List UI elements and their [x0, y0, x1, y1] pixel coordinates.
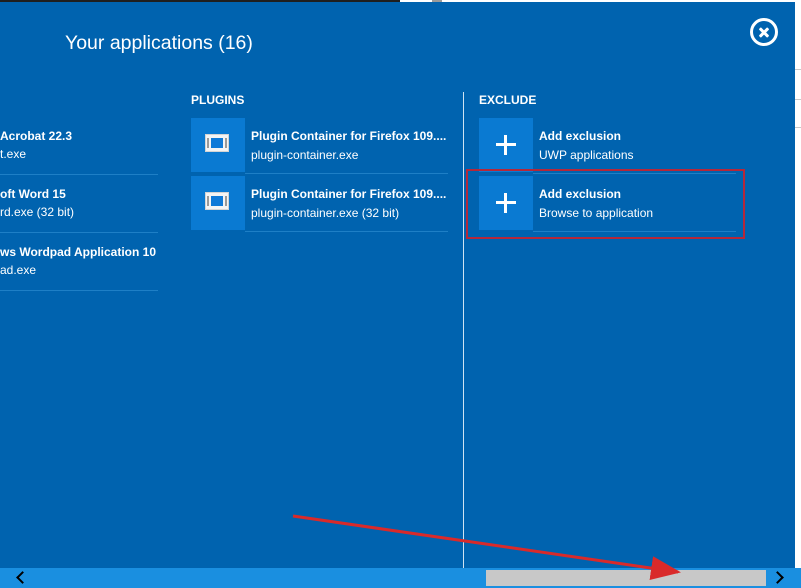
close-icon[interactable]: [750, 18, 778, 46]
app-name: oft Word 15: [0, 187, 66, 201]
scroll-left-button[interactable]: [10, 568, 30, 588]
exclusion-subtitle: UWP applications: [539, 148, 634, 162]
list-divider: [0, 290, 158, 291]
app-name: Acrobat 22.3: [0, 129, 73, 143]
right-edge: [795, 2, 801, 568]
plugin-text: Plugin Container for Firefox 109.... plu…: [251, 187, 446, 220]
plugin-tile: [191, 176, 245, 230]
app-executable: rd.exe (32 bit): [0, 205, 75, 219]
app-executable: ad.exe: [0, 263, 37, 277]
plugin-text: Plugin Container for Firefox 109.... plu…: [251, 129, 446, 162]
screen: Your applications (16) Acrobat 22.3 t.ex…: [0, 0, 801, 588]
app-name: ws Wordpad Application 10: [0, 245, 157, 259]
chevron-right-icon: [771, 571, 784, 584]
plugins-header: PLUGINS: [191, 93, 245, 107]
app-list-item[interactable]: Acrobat 22.3 t.exe: [0, 119, 158, 175]
page-title: Your applications (16): [65, 32, 253, 54]
scroll-thumb[interactable]: [486, 570, 766, 586]
application-window-icon: [205, 134, 229, 152]
plugin-tile: [191, 118, 245, 172]
plugin-name: Plugin Container for Firefox 109....: [251, 187, 447, 201]
plugin-executable: plugin-container.exe: [251, 148, 359, 162]
applications-panel: Your applications (16) Acrobat 22.3 t.ex…: [0, 2, 795, 568]
annotation-highlight-box: [466, 169, 745, 239]
list-divider: [245, 231, 448, 232]
list-divider: [0, 174, 158, 175]
exclude-header: EXCLUDE: [479, 93, 537, 107]
application-window-icon: [205, 192, 229, 210]
app-executable: t.exe: [0, 147, 27, 161]
app-list-item[interactable]: oft Word 15 rd.exe (32 bit): [0, 177, 158, 233]
exclusion-tile: [479, 118, 533, 172]
chevron-left-icon: [16, 571, 29, 584]
exclusion-title: Add exclusion: [539, 129, 622, 143]
plugin-executable: plugin-container.exe (32 bit): [251, 206, 400, 220]
column-divider: [463, 92, 464, 568]
list-divider: [245, 173, 448, 174]
list-divider: [0, 232, 158, 233]
horizontal-scrollbar[interactable]: [0, 568, 801, 588]
scroll-right-button[interactable]: [765, 568, 801, 588]
exclusion-text: Add exclusion UWP applications: [539, 129, 634, 162]
plus-icon: [479, 118, 533, 172]
plugin-name: Plugin Container for Firefox 109....: [251, 129, 447, 143]
app-list-item[interactable]: ws Wordpad Application 10 ad.exe: [0, 235, 158, 291]
